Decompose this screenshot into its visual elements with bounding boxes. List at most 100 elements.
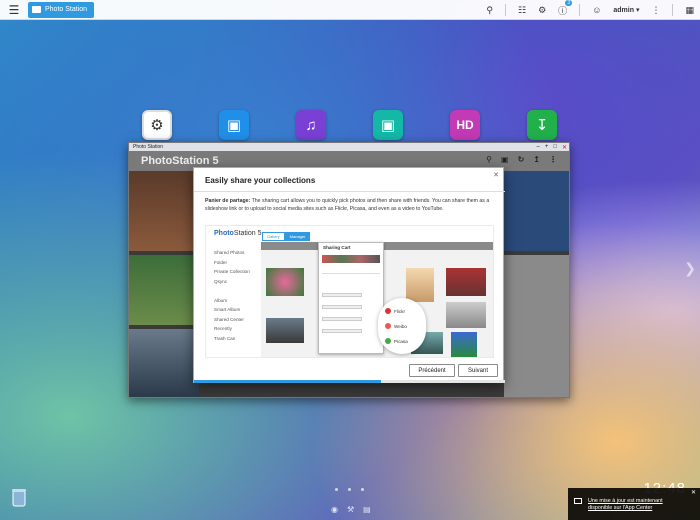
- app-name: PhotoStation 5: [141, 155, 219, 167]
- tutorial-dialog: Easily share your collections ✕ Panier d…: [193, 167, 505, 383]
- divider: [579, 4, 581, 16]
- close-icon[interactable]: ✕: [493, 171, 499, 179]
- photo-thumbnail[interactable]: [129, 255, 199, 325]
- photo-thumbnail[interactable]: [504, 255, 569, 397]
- inner-tab-gallery: Gallery: [262, 232, 285, 241]
- hd-station-icon[interactable]: HD: [450, 110, 480, 140]
- page-dot[interactable]: [348, 488, 351, 491]
- user-name: admin: [613, 7, 635, 14]
- inner-field: [322, 293, 362, 297]
- inner-logo-a: Photo: [214, 230, 234, 237]
- search-icon[interactable]: ⚲: [486, 155, 492, 164]
- control-panel-icon[interactable]: ⚙: [142, 110, 172, 140]
- divider: [672, 4, 674, 16]
- update-notification[interactable]: ✕ Une mise à jour est maintenant disponi…: [568, 488, 700, 520]
- dialog-title: Easily share your collections: [205, 176, 316, 185]
- user-icon[interactable]: ☺: [592, 5, 601, 15]
- book-icon[interactable]: ▤: [363, 505, 371, 514]
- weibo-icon: [385, 323, 391, 329]
- close-icon[interactable]: ✕: [691, 490, 696, 497]
- video-station-icon[interactable]: ▣: [373, 110, 403, 140]
- inner-side-item: Album: [214, 297, 228, 303]
- flickr-icon: [385, 308, 391, 314]
- upload-icon[interactable]: ↥: [533, 155, 540, 164]
- eye-icon[interactable]: ◉: [331, 505, 338, 514]
- tutorial-screenshot: PhotoStation 5 Gallery Manager Shared Ph…: [205, 225, 494, 358]
- inner-share-item: Flickr: [385, 308, 405, 314]
- inner-photo: [451, 332, 477, 357]
- music-station-icon[interactable]: ♫: [296, 110, 326, 140]
- inner-side-item: Trash Can: [214, 335, 236, 341]
- photo-station-app-icon[interactable]: ▣: [219, 110, 249, 140]
- inner-photo: [446, 302, 486, 328]
- window-title: Photo Station: [133, 144, 164, 150]
- divider: [505, 4, 507, 16]
- close-icon[interactable]: ✕: [562, 144, 567, 151]
- inner-side-item: Private Collection: [214, 269, 250, 274]
- window-controls: – + □ ✕: [536, 143, 567, 151]
- tutorial-progress: [194, 380, 505, 383]
- window-title-bar: Photo Station – + □ ✕: [129, 143, 569, 151]
- app-toolbar: ⚲ ▣ ↻ ↥ ⋮: [486, 155, 557, 164]
- inner-field: [322, 305, 362, 309]
- photo-thumbnail[interactable]: [504, 171, 569, 251]
- dashboard-icon[interactable]: ▦: [685, 5, 694, 16]
- top-right-tools: ⚲ ☷ ⚙ ⓘ 3 ☺ admin ▾ ⋮ ▦: [486, 0, 694, 20]
- inner-share-item: Picasa: [385, 338, 408, 344]
- inner-field: [322, 317, 362, 321]
- user-menu[interactable]: admin ▾: [613, 6, 639, 14]
- inner-sharing-cart: Sharing Cart: [318, 242, 384, 354]
- inner-share-item: Weibo: [385, 323, 407, 329]
- external-device-icon[interactable]: ⚙: [538, 5, 546, 16]
- inner-share-label: Weibo: [394, 323, 407, 329]
- notification-badge: 3: [565, 0, 573, 6]
- divider: [322, 273, 380, 274]
- inner-side-item: Recently: [214, 326, 232, 331]
- inner-tab-manager: Manager: [284, 232, 311, 241]
- page-dot[interactable]: [361, 488, 364, 491]
- notification-line-1: Une mise à jour est maintenant: [588, 498, 663, 504]
- maximize-icon[interactable]: +: [545, 144, 549, 150]
- background-tasks-icon[interactable]: ☷: [518, 5, 526, 16]
- recycle-bin-icon[interactable]: [10, 487, 28, 507]
- page-dot[interactable]: [335, 488, 338, 491]
- inner-side-item: Qsync: [214, 278, 228, 284]
- notification-icon[interactable]: ⓘ 3: [558, 0, 573, 17]
- inner-sidebar: Shared Photos Folder Private Collection …: [214, 248, 250, 343]
- message-icon: [574, 498, 582, 504]
- inner-share-label: Flickr: [394, 308, 405, 314]
- search-icon[interactable]: ⚲: [486, 5, 493, 16]
- inner-share-label: Picasa: [394, 338, 408, 344]
- next-button[interactable]: Suivant: [458, 364, 498, 377]
- inner-cart-strip: [322, 255, 380, 263]
- inner-share-menu: Flickr Weibo Picasa: [378, 298, 426, 354]
- description-lead: Panier de partage:: [205, 198, 251, 204]
- inner-logo: PhotoStation 5: [214, 230, 261, 237]
- taskbar-tab-photo-station[interactable]: Photo Station: [28, 1, 94, 18]
- inner-cart-title: Sharing Cart: [323, 245, 351, 250]
- restore-icon[interactable]: □: [553, 144, 557, 150]
- refresh-icon[interactable]: ↻: [518, 155, 525, 164]
- inner-side-item: Shared Center: [214, 316, 244, 322]
- inner-logo-b: Station 5: [233, 230, 262, 237]
- desktop-page-indicator: [335, 488, 364, 491]
- download-station-icon[interactable]: ↧: [527, 110, 557, 140]
- dialog-description: Panier de partage: The sharing cart allo…: [205, 197, 497, 213]
- taskbar-tab-label: Photo Station: [45, 6, 88, 13]
- photo-thumbnail[interactable]: [129, 171, 199, 251]
- slideshow-icon[interactable]: ▣: [501, 155, 509, 164]
- next-desktop-arrow-icon[interactable]: ❯: [684, 260, 696, 277]
- inner-photo: [266, 318, 304, 343]
- menu-icon[interactable]: ☰: [4, 0, 24, 20]
- minimize-icon[interactable]: –: [536, 144, 539, 150]
- photo-station-icon: [32, 6, 41, 13]
- wrench-icon[interactable]: ⚒: [347, 505, 354, 514]
- inner-side-spacer: [214, 286, 250, 296]
- more-icon[interactable]: ⋮: [549, 155, 557, 164]
- more-options-icon[interactable]: ⋮: [651, 5, 660, 16]
- photo-thumbnail[interactable]: [129, 329, 199, 397]
- previous-button[interactable]: Précédent: [409, 364, 455, 377]
- inner-photo: [266, 268, 304, 296]
- bottom-dock: ◉ ⚒ ▤: [331, 505, 371, 514]
- inner-main: Sharing Cart Flickr Weibo Picasa: [261, 242, 493, 357]
